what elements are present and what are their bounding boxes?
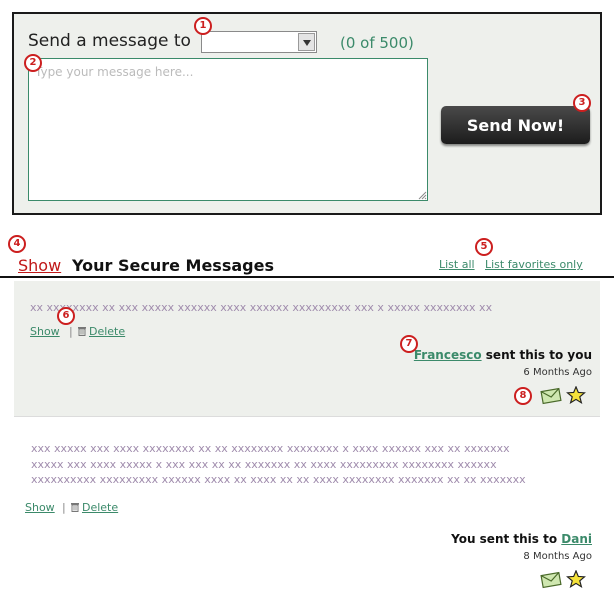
show-toggle-link[interactable]: Show [18, 256, 61, 275]
resize-grip-icon[interactable] [417, 190, 427, 200]
delete-message-link[interactable]: Delete [89, 325, 125, 338]
callout-badge-3: 3 [573, 94, 591, 112]
message-sender-line: Francesco sent this to you [414, 348, 592, 362]
chevron-down-icon[interactable] [298, 33, 315, 51]
trash-icon[interactable] [70, 502, 80, 512]
action-separator: | [69, 325, 73, 338]
message-timestamp: 8 Months Ago [523, 551, 592, 562]
compose-panel: Send a message to (0 of 500) Send Now! [12, 12, 602, 215]
list-favorites-link[interactable]: List favorites only [485, 258, 583, 271]
recipient-select[interactable] [201, 31, 317, 53]
sent-text: sent this to you [485, 348, 592, 362]
message-recipient-line: You sent this to Dani [451, 532, 592, 546]
callout-badge-7: 7 [400, 335, 418, 353]
callout-badge-5: 5 [475, 238, 493, 256]
messages-header: Show Your Secure Messages List all List … [0, 250, 614, 278]
callout-badge-6: 6 [57, 307, 75, 325]
star-icon[interactable] [565, 386, 587, 404]
preview-line: xxx xxxxx xxx xxxx xxxxxxxx xx xx xxxxxx… [31, 442, 510, 455]
preview-line: xx xxxxxxxx xx xxx xxxxx xxxxxx xxxx xxx… [30, 301, 493, 314]
action-separator: | [62, 501, 66, 514]
message-preview: xx xxxxxxxx xx xxx xxxxx xxxxxx xxxx xxx… [30, 300, 492, 316]
message-timestamp: 6 Months Ago [523, 367, 592, 378]
message-preview: xxx xxxxx xxx xxxx xxxxxxxx xx xx xxxxxx… [31, 441, 526, 488]
callout-badge-8: 8 [514, 387, 532, 405]
send-now-button[interactable]: Send Now! [441, 106, 590, 144]
preview-line: xxxxxxxxxx xxxxxxxxx xxxxxx xxxx xx xxxx… [31, 473, 526, 486]
message-item: xx xxxxxxxx xx xxx xxxxx xxxxxx xxxx xxx… [14, 281, 600, 417]
star-icon[interactable] [565, 570, 587, 588]
messages-title: Your Secure Messages [72, 256, 274, 275]
sender-link[interactable]: Francesco [414, 348, 482, 362]
callout-badge-1: 1 [194, 17, 212, 35]
trash-icon[interactable] [77, 326, 87, 336]
callout-badge-4: 4 [8, 235, 26, 253]
delete-message-link[interactable]: Delete [82, 501, 118, 514]
recipient-link[interactable]: Dani [561, 532, 592, 546]
list-all-link[interactable]: List all [439, 258, 475, 271]
message-textarea[interactable] [28, 58, 428, 201]
show-message-link[interactable]: Show [30, 325, 60, 338]
compose-label: Send a message to [28, 31, 191, 51]
callout-badge-2: 2 [24, 54, 42, 72]
preview-line: xxxxx xxx xxxx xxxxx x xxx xxx xx xx xxx… [31, 457, 497, 471]
message-item: xxx xxxxx xxx xxxx xxxxxxxx xx xx xxxxxx… [14, 420, 600, 602]
sent-text: You sent this to [451, 532, 558, 546]
envelope-icon[interactable] [540, 387, 562, 405]
character-counter: (0 of 500) [340, 34, 414, 52]
envelope-icon[interactable] [540, 571, 562, 589]
show-message-link[interactable]: Show [25, 501, 55, 514]
